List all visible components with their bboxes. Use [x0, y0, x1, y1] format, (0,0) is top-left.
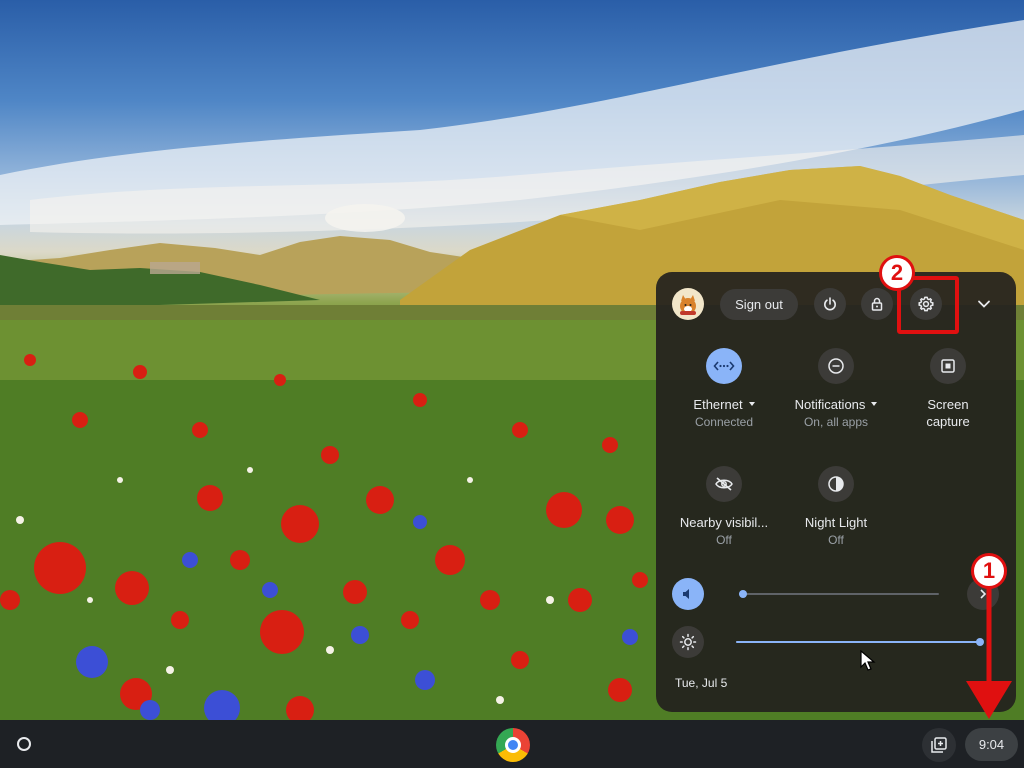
ethernet-toggle[interactable] [706, 348, 742, 384]
chrome-icon [505, 737, 521, 753]
collapse-button[interactable] [970, 290, 998, 318]
step-1-badge: 1 [971, 553, 1007, 589]
night-light-toggle[interactable] [818, 466, 854, 502]
user-avatar[interactable] [672, 288, 704, 320]
screen-capture-label-line2: capture [926, 414, 970, 429]
nearby-visibility-off-icon [715, 477, 733, 491]
status-area-time[interactable]: 9:04 [965, 728, 1018, 761]
launcher-button[interactable] [10, 730, 38, 758]
tile-nearby-visibility[interactable]: Nearby visibil... Off [669, 466, 779, 548]
do-not-disturb-icon [828, 358, 844, 374]
night-light-status: Off [828, 533, 844, 547]
ethernet-label: Ethernet [693, 397, 743, 412]
nearby-visibility-toggle[interactable] [706, 466, 742, 502]
volume-icon [683, 589, 689, 599]
dropdown-caret-icon[interactable] [748, 401, 755, 406]
launcher-icon [17, 737, 31, 751]
power-button[interactable] [814, 288, 846, 320]
tile-notifications[interactable]: Notifications On, all apps [781, 348, 891, 430]
date-label[interactable]: Tue, Jul 5 [675, 676, 727, 690]
corgi-avatar-icon [680, 295, 696, 315]
mouse-cursor-icon [860, 650, 876, 671]
night-light-icon [828, 476, 844, 492]
annotation-arrow [966, 587, 1012, 719]
notifications-label: Notifications [794, 397, 866, 412]
night-light-label: Night Light [804, 515, 868, 530]
screen-capture-icon [941, 359, 955, 373]
chevron-down-icon [978, 300, 990, 308]
brightness-slider[interactable] [736, 638, 984, 646]
ethernet-icon [713, 361, 735, 371]
brightness-icon [679, 633, 697, 651]
tile-night-light[interactable]: Night Light Off [781, 466, 891, 548]
brightness-button[interactable] [672, 626, 704, 658]
volume-slider[interactable] [739, 590, 939, 598]
step-2-badge: 2 [879, 255, 915, 291]
volume-slider-thumb[interactable] [739, 590, 747, 598]
tote-button[interactable] [922, 728, 956, 762]
dropdown-caret-icon[interactable] [871, 401, 878, 406]
lock-button[interactable] [861, 288, 893, 320]
lock-icon [871, 297, 883, 311]
notifications-toggle[interactable] [818, 348, 854, 384]
screen-capture-toggle[interactable] [930, 348, 966, 384]
screen-capture-label: Screen [927, 397, 969, 412]
power-icon [824, 297, 836, 311]
notifications-status: On, all apps [803, 415, 869, 429]
nearby-visibility-status: Off [716, 533, 732, 547]
tile-ethernet[interactable]: Ethernet Connected [669, 348, 779, 430]
sign-out-button[interactable]: Sign out [720, 289, 798, 320]
chrome-app-button[interactable] [496, 728, 530, 762]
volume-mute-button[interactable] [672, 578, 704, 610]
tile-screen-capture[interactable]: Screen capture [893, 348, 1003, 430]
tote-icon [931, 737, 947, 753]
nearby-visibility-label: Nearby visibil... [679, 515, 769, 530]
ethernet-status: Connected [694, 415, 754, 429]
